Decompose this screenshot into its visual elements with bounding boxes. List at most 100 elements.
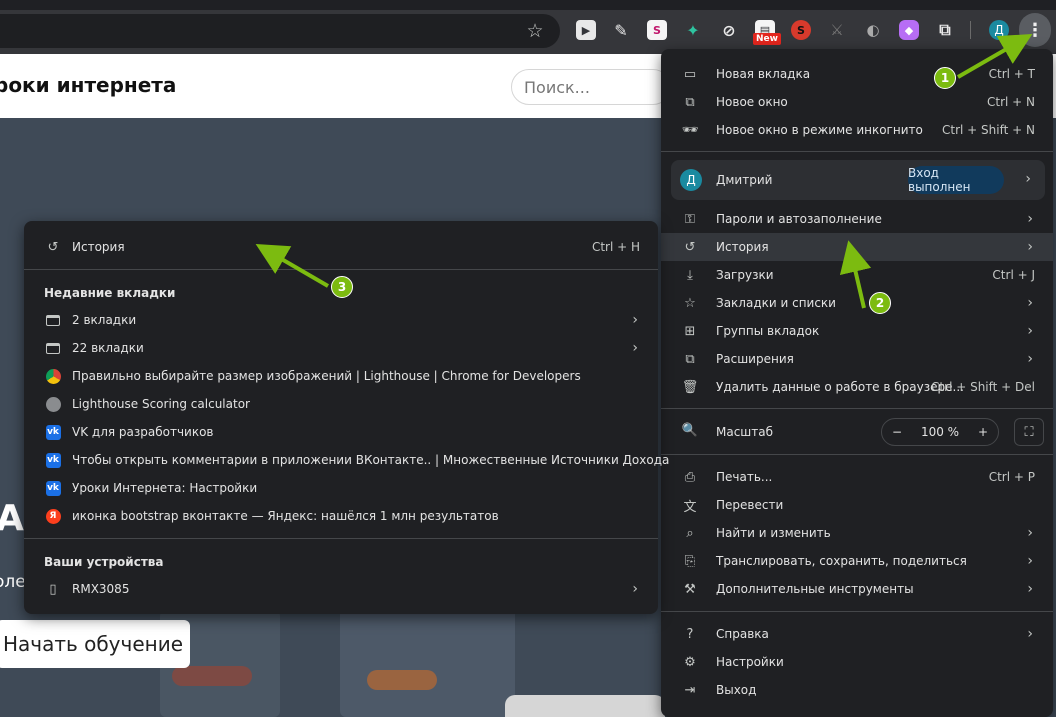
your-devices-heading: Ваши устройства: [44, 555, 164, 569]
vk-favicon-icon: vk: [44, 479, 62, 497]
new-window-icon: ⧉: [685, 94, 695, 110]
zoom-in-button[interactable]: +: [978, 425, 988, 439]
chevron-right-icon: ›: [1027, 239, 1033, 255]
recent-item[interactable]: vk VK для разработчиков: [24, 418, 658, 446]
menu-help[interactable]: ? Справка ›: [661, 620, 1053, 648]
menu-divider: [661, 611, 1053, 612]
purple-extension-icon[interactable]: ◆: [899, 20, 919, 40]
compass-extension-icon[interactable]: ⊘: [719, 20, 739, 40]
menu-divider: [24, 269, 658, 270]
printer-icon: ⎙: [684, 469, 696, 485]
device-item[interactable]: ▯ RMX3085 ›: [24, 575, 658, 603]
menu-clear-data[interactable]: 🗑 Удалить данные о работе в браузере... …: [661, 373, 1053, 401]
recent-item-label: 2 вкладки: [72, 313, 137, 327]
zoom-out-button[interactable]: −: [892, 425, 902, 439]
hero-decoration: [505, 695, 665, 717]
submenu-history[interactable]: ↺ История Ctrl + H: [24, 233, 658, 261]
menu-settings[interactable]: ⚙ Настройки: [661, 648, 1053, 676]
extension-arrow-icon[interactable]: ▶: [576, 20, 596, 40]
bird-extension-icon[interactable]: ✦: [683, 20, 703, 40]
history-icon: ↺: [47, 239, 59, 255]
menu-cast[interactable]: ⎘ Транслировать, сохранить, поделиться ›: [661, 547, 1053, 575]
zoom-value: 100 %: [920, 425, 960, 439]
cast-save-icon: ⎘: [684, 553, 696, 569]
site-title[interactable]: роки интернета: [0, 73, 176, 97]
chevron-right-icon: ›: [632, 312, 638, 328]
puzzle-extensions-icon[interactable]: ⧉: [935, 20, 955, 40]
chevron-right-icon: ›: [1027, 323, 1033, 339]
menu-item-label: Перевести: [716, 498, 784, 512]
shortcut-label: Ctrl + Shift + Del: [931, 380, 1035, 394]
scissors-extension-icon[interactable]: ⚔: [827, 20, 847, 40]
menu-more-tools[interactable]: ⚒ Дополнительные инструменты ›: [661, 575, 1053, 603]
chevron-right-icon: ›: [1027, 351, 1033, 367]
shortcut-label: Ctrl + Shift + N: [942, 123, 1035, 137]
hero-subtitle: оле: [0, 572, 26, 592]
site-search-input[interactable]: Поиск...: [511, 69, 671, 105]
bookmark-star-icon[interactable]: ☆: [525, 19, 545, 43]
recent-item[interactable]: 22 вкладки ›: [24, 334, 658, 362]
address-bar[interactable]: [0, 14, 560, 48]
chevron-right-icon: ›: [1027, 295, 1033, 311]
profile-avatar[interactable]: Д: [989, 20, 1009, 40]
gear-icon: ⚙: [684, 654, 696, 670]
eyedropper-extension-icon[interactable]: ✎: [611, 20, 631, 40]
recent-tabs-heading: Недавние вкладки: [44, 286, 176, 300]
menu-downloads[interactable]: ⤓ Загрузки Ctrl + J: [661, 261, 1053, 289]
menu-tab-groups[interactable]: ⊞ Группы вкладок ›: [661, 317, 1053, 345]
hero-decoration: [172, 666, 252, 686]
fullscreen-icon[interactable]: ⛶: [1014, 418, 1044, 446]
yandex-favicon-icon: Я: [44, 507, 62, 525]
disc-extension-icon[interactable]: ◐: [863, 20, 883, 40]
menu-passwords[interactable]: ⚿ Пароли и автозаполнение ›: [661, 205, 1053, 233]
menu-history[interactable]: ↺ История ›: [661, 233, 1053, 261]
menu-divider: [661, 151, 1053, 152]
menu-item-label: Расширения: [716, 352, 794, 366]
menu-item-label: Выход: [716, 683, 757, 697]
download-icon: ⤓: [687, 267, 693, 283]
menu-item-label: Группы вкладок: [716, 324, 820, 338]
start-learning-button[interactable]: Начать обучение: [0, 620, 190, 668]
signed-in-badge[interactable]: Вход выполнен: [908, 166, 1004, 194]
chevron-right-icon: ›: [1027, 626, 1033, 642]
menu-profile-row[interactable]: Д Дмитрий Вход выполнен ›: [671, 160, 1045, 200]
tabs-icon: [44, 339, 62, 357]
chrome-menu-kebab-icon[interactable]: ⋮: [1019, 13, 1051, 47]
seo-s-extension-icon[interactable]: S: [791, 20, 811, 40]
menu-new-window[interactable]: ⧉ Новое окно Ctrl + N: [661, 88, 1053, 116]
menu-exit[interactable]: ⇥ Выход: [661, 676, 1053, 704]
exit-icon: ⇥: [684, 682, 696, 698]
menu-new-tab[interactable]: ▭ Новая вкладка Ctrl + T: [661, 60, 1053, 88]
recent-item[interactable]: 2 вкладки ›: [24, 306, 658, 334]
recent-item[interactable]: vk Чтобы открыть комментарии в приложени…: [24, 446, 669, 474]
shortcut-label: Ctrl + P: [988, 470, 1035, 484]
menu-item-label: Найти и изменить: [716, 526, 831, 540]
zoom-label: Масштаб: [716, 425, 774, 439]
step-badge-1: 1: [934, 67, 956, 89]
recent-item-label: Уроки Интернета: Настройки: [72, 481, 258, 495]
shortcut-label: Ctrl + J: [992, 268, 1035, 282]
step-badge-3: 3: [331, 276, 353, 298]
recent-item[interactable]: Lighthouse Scoring calculator: [24, 390, 658, 418]
recent-item[interactable]: Правильно выбирайте размер изображений |…: [24, 362, 658, 390]
menu-item-label: История: [72, 240, 125, 254]
zoom-icon: 🔍: [681, 423, 699, 438]
star-icon: ☆: [684, 295, 696, 311]
recent-item[interactable]: Я иконка bootstrap вконтакте — Яндекс: н…: [24, 502, 658, 530]
menu-item-label: Печать...: [716, 470, 773, 484]
seo-extension-icon[interactable]: S: [647, 20, 667, 40]
recent-item[interactable]: vk Уроки Интернета: Настройки: [24, 474, 658, 502]
recent-item-label: VK для разработчиков: [72, 425, 214, 439]
hero-decoration: [340, 600, 515, 717]
tab-groups-icon: ⊞: [684, 323, 696, 339]
profile-name: Дмитрий: [716, 173, 773, 187]
menu-incognito[interactable]: 🕶 Новое окно в режиме инкогнито Ctrl + S…: [661, 116, 1053, 144]
menu-print[interactable]: ⎙ Печать... Ctrl + P: [661, 463, 1053, 491]
menu-item-label: Закладки и списки: [716, 296, 836, 310]
menu-item-label: Новое окно в режиме инкогнито: [716, 123, 923, 137]
menu-bookmarks[interactable]: ☆ Закладки и списки ›: [661, 289, 1053, 317]
shortcut-label: Ctrl + N: [986, 95, 1035, 109]
menu-find[interactable]: ⌕ Найти и изменить ›: [661, 519, 1053, 547]
menu-extensions[interactable]: ⧉ Расширения ›: [661, 345, 1053, 373]
menu-translate[interactable]: 文 Перевести: [661, 491, 1053, 519]
